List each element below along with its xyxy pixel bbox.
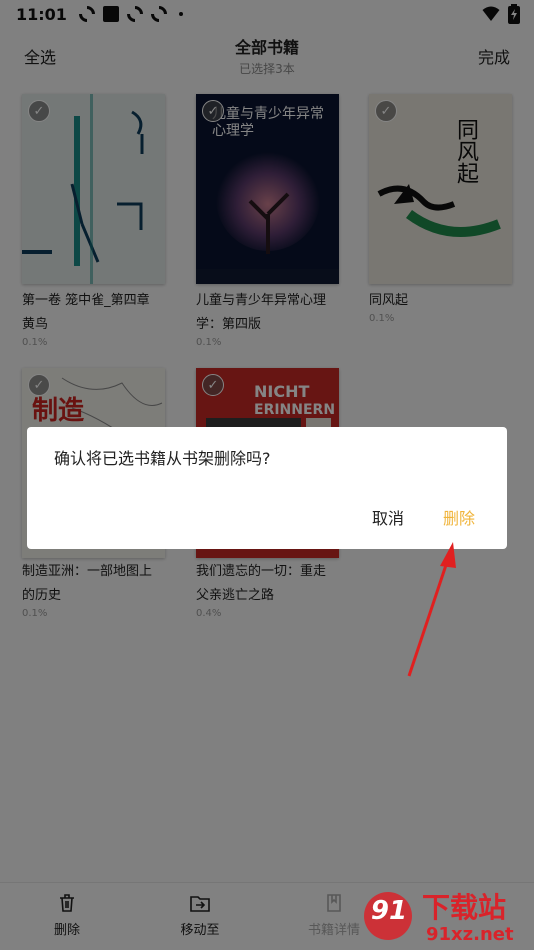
- watermark-brand: 下载站: [422, 891, 507, 924]
- confirm-delete-dialog: 确认将已选书籍从书架删除吗? 取消 删除: [27, 427, 507, 549]
- site-watermark: 91 下载站 91xz.net: [360, 884, 530, 948]
- watermark-url: 91xz.net: [426, 924, 514, 945]
- dialog-message: 确认将已选书籍从书架删除吗?: [54, 449, 271, 468]
- watermark-logo-number: 91: [370, 896, 408, 926]
- confirm-delete-button[interactable]: 删除: [443, 505, 475, 529]
- cancel-button[interactable]: 取消: [372, 505, 404, 529]
